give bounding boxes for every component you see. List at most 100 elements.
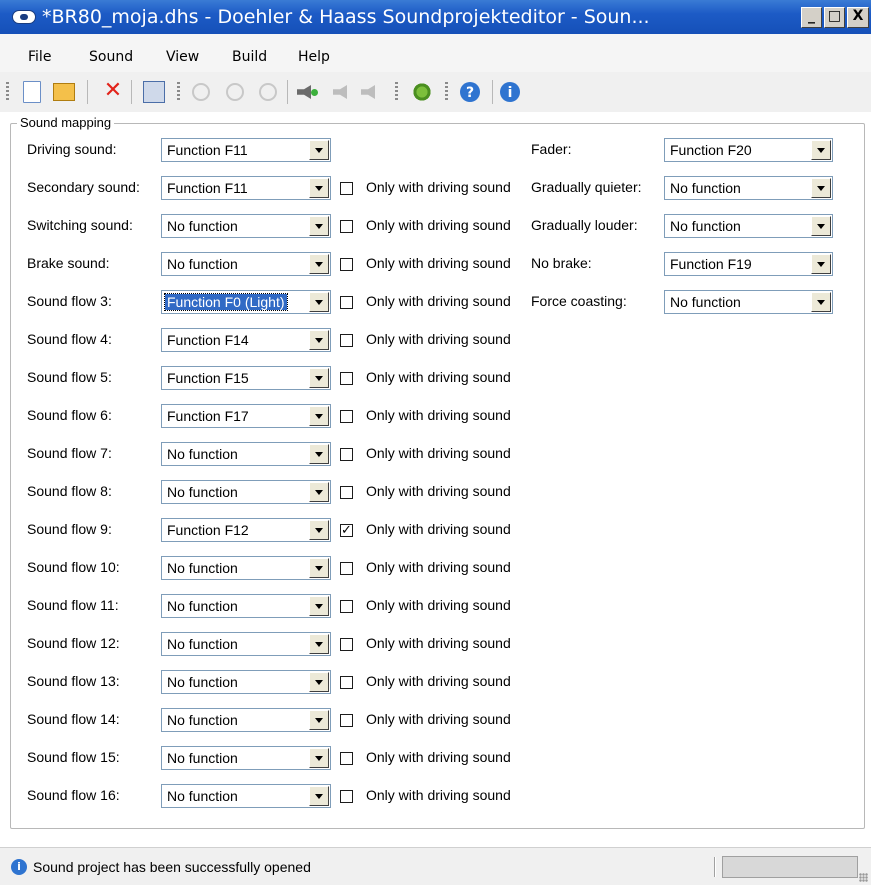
function-select[interactable]: No function	[161, 214, 331, 238]
dropdown-button[interactable]	[309, 482, 329, 502]
chevron-down-icon	[315, 414, 323, 419]
function-select[interactable]: No function	[161, 632, 331, 656]
only-with-driving-checkbox[interactable]	[340, 296, 353, 309]
open-icon[interactable]	[53, 83, 75, 101]
only-with-driving-checkbox[interactable]	[340, 258, 353, 271]
select-value: Function F0 (Light)	[164, 293, 288, 311]
function-select[interactable]: No function	[664, 176, 833, 200]
toolbar-grip[interactable]	[395, 82, 398, 102]
function-select[interactable]: Function F19	[664, 252, 833, 276]
only-with-driving-checkbox[interactable]	[340, 638, 353, 651]
dropdown-button[interactable]	[309, 596, 329, 616]
dropdown-button[interactable]	[811, 292, 831, 312]
menu-file[interactable]: File	[28, 49, 51, 65]
only-with-driving-checkbox[interactable]	[340, 182, 353, 195]
dropdown-button[interactable]	[309, 710, 329, 730]
function-select[interactable]: No function	[161, 784, 331, 808]
function-select[interactable]: Function F20	[664, 138, 833, 162]
dropdown-button[interactable]	[309, 178, 329, 198]
only-with-driving-checkbox[interactable]	[340, 410, 353, 423]
function-select[interactable]: No function	[161, 670, 331, 694]
new-icon[interactable]	[23, 81, 41, 103]
toolbar-grip[interactable]	[177, 82, 180, 102]
help-icon[interactable]: ?	[460, 82, 480, 102]
dropdown-button[interactable]	[309, 558, 329, 578]
pause-icon[interactable]	[226, 83, 244, 101]
function-select[interactable]: No function	[161, 746, 331, 770]
only-with-driving-checkbox[interactable]	[340, 676, 353, 689]
mapping-label: Switching sound:	[27, 217, 133, 233]
dropdown-button[interactable]	[309, 672, 329, 692]
only-with-driving-checkbox[interactable]	[340, 334, 353, 347]
dropdown-button[interactable]	[811, 140, 831, 160]
dropdown-button[interactable]	[309, 444, 329, 464]
mapping-label: Sound flow 16:	[27, 787, 120, 803]
only-with-driving-checkbox[interactable]	[340, 372, 353, 385]
delete-icon[interactable]: ✕	[102, 80, 124, 103]
minimize-button[interactable]: _	[801, 7, 822, 28]
function-select[interactable]: Function F15	[161, 366, 331, 390]
title-bar[interactable]: *BR80_moja.dhs - Doehler & Haass Soundpr…	[0, 0, 871, 34]
only-with-driving-checkbox[interactable]	[340, 790, 353, 803]
close-button[interactable]: X	[847, 7, 869, 28]
dropdown-button[interactable]	[811, 178, 831, 198]
only-with-driving-checkbox[interactable]	[340, 448, 353, 461]
toolbar-grip[interactable]	[445, 82, 448, 102]
dropdown-button[interactable]	[309, 368, 329, 388]
stop-icon[interactable]	[259, 83, 277, 101]
mapping-label: Sound flow 12:	[27, 635, 120, 651]
dropdown-button[interactable]	[309, 786, 329, 806]
function-select[interactable]: Function F0 (Light)	[161, 290, 331, 314]
function-select[interactable]: No function	[161, 442, 331, 466]
menu-build[interactable]: Build	[232, 49, 267, 65]
dropdown-button[interactable]	[811, 216, 831, 236]
only-with-driving-checkbox[interactable]	[340, 752, 353, 765]
save-icon[interactable]	[143, 81, 165, 103]
function-select[interactable]: No function	[161, 252, 331, 276]
function-select[interactable]: Function F11	[161, 138, 331, 162]
dropdown-button[interactable]	[309, 748, 329, 768]
function-select[interactable]: No function	[161, 594, 331, 618]
chevron-down-icon	[315, 528, 323, 533]
only-with-driving-checkbox[interactable]	[340, 600, 353, 613]
dropdown-button[interactable]	[309, 330, 329, 350]
menu-view[interactable]: View	[166, 49, 199, 65]
only-with-driving-checkbox[interactable]	[340, 220, 353, 233]
only-with-driving-checkbox[interactable]: ✓	[340, 524, 353, 537]
only-with-driving-checkbox[interactable]	[340, 562, 353, 575]
function-select[interactable]: Function F12	[161, 518, 331, 542]
speaker-icon[interactable]	[333, 85, 347, 99]
menu-bar: File Sound View Build Help	[0, 34, 871, 72]
maximize-button[interactable]: □	[824, 7, 845, 28]
function-select[interactable]: No function	[664, 290, 833, 314]
menu-sound[interactable]: Sound	[89, 49, 133, 65]
function-select[interactable]: No function	[161, 480, 331, 504]
app-logo-icon[interactable]	[12, 10, 36, 24]
menu-help[interactable]: Help	[298, 49, 330, 65]
function-select[interactable]: No function	[161, 556, 331, 580]
speaker-add-icon[interactable]	[297, 81, 319, 103]
only-with-driving-checkbox[interactable]	[340, 486, 353, 499]
dropdown-button[interactable]	[309, 520, 329, 540]
function-select[interactable]: Function F11	[161, 176, 331, 200]
toolbar-separator	[287, 80, 288, 104]
dropdown-button[interactable]	[309, 292, 329, 312]
toolbar-grip[interactable]	[6, 82, 9, 102]
dropdown-button[interactable]	[309, 634, 329, 654]
info-icon[interactable]: i	[500, 82, 520, 102]
dropdown-button[interactable]	[811, 254, 831, 274]
play-icon[interactable]	[192, 83, 210, 101]
dropdown-button[interactable]	[309, 140, 329, 160]
speaker-volume-icon[interactable]	[361, 85, 375, 99]
function-select[interactable]: No function	[161, 708, 331, 732]
dropdown-button[interactable]	[309, 216, 329, 236]
dropdown-button[interactable]	[309, 406, 329, 426]
function-select[interactable]: Function F14	[161, 328, 331, 352]
function-select[interactable]: No function	[664, 214, 833, 238]
dropdown-button[interactable]	[309, 254, 329, 274]
chevron-down-icon	[315, 604, 323, 609]
resize-grip-icon[interactable]	[859, 873, 868, 882]
function-select[interactable]: Function F17	[161, 404, 331, 428]
gear-icon[interactable]	[411, 81, 433, 103]
only-with-driving-checkbox[interactable]	[340, 714, 353, 727]
